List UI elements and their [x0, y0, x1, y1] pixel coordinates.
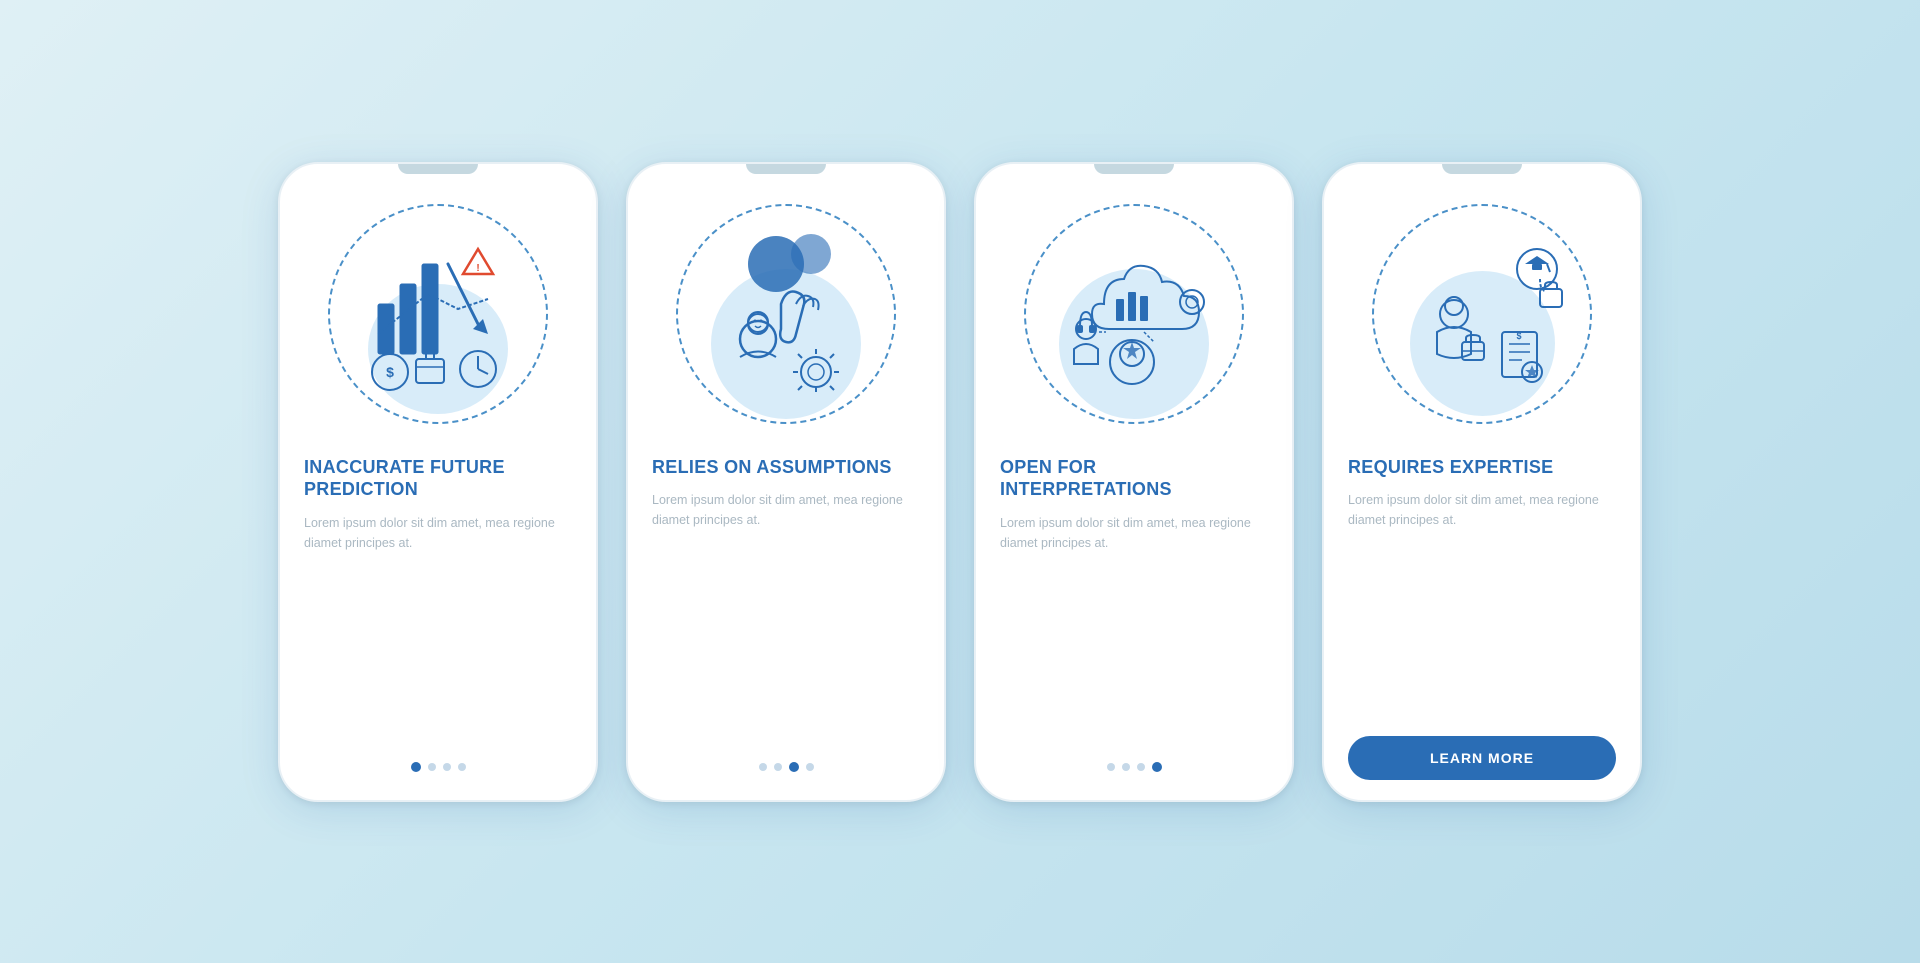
card-3-bottom — [1000, 752, 1268, 780]
phones-container: ! $ INACCURATE FUTURE PRE — [278, 162, 1642, 802]
illustration-area-2 — [656, 184, 916, 444]
dot-3-3 — [1137, 763, 1145, 771]
phone-card-4: $ REQUIRES EXPERTISE Lorem ipsum dolor s… — [1322, 162, 1642, 802]
dot-3-4 — [1152, 762, 1162, 772]
card-4-bottom: LEARN MORE — [1348, 726, 1616, 780]
dot-1-4 — [458, 763, 466, 771]
card-3-body: Lorem ipsum dolor sit dim amet, mea regi… — [1000, 513, 1268, 752]
card-1-title: INACCURATE FUTURE PREDICTION — [304, 456, 572, 501]
illustration-area-4: $ — [1352, 184, 1612, 444]
svg-text:!: ! — [476, 263, 479, 274]
phone-card-2: RELIES ON ASSUMPTIONS Lorem ipsum dolor … — [626, 162, 946, 802]
card-2-dots — [759, 752, 814, 780]
illustration-area-1: ! $ — [308, 184, 568, 444]
phone-notch-1 — [398, 164, 478, 174]
phone-content-2: RELIES ON ASSUMPTIONS Lorem ipsum dolor … — [628, 174, 944, 800]
dot-2-2 — [774, 763, 782, 771]
dot-2-1 — [759, 763, 767, 771]
phone-content-3: OPEN FOR INTERPRETATIONS Lorem ipsum dol… — [976, 174, 1292, 800]
svg-text:$: $ — [386, 364, 394, 380]
card-3-title: OPEN FOR INTERPRETATIONS — [1000, 456, 1268, 501]
svg-text:$: $ — [1516, 331, 1521, 341]
card-4-body: Lorem ipsum dolor sit dim amet, mea regi… — [1348, 490, 1616, 726]
learn-more-button[interactable]: LEARN MORE — [1348, 736, 1616, 780]
dot-1-1 — [411, 762, 421, 772]
phone-card-1: ! $ INACCURATE FUTURE PRE — [278, 162, 598, 802]
dot-1-3 — [443, 763, 451, 771]
dot-1-2 — [428, 763, 436, 771]
dot-2-4 — [806, 763, 814, 771]
card-1-dots — [411, 752, 466, 780]
phone-content-4: $ REQUIRES EXPERTISE Lorem ipsum dolor s… — [1324, 174, 1640, 800]
phone-notch-4 — [1442, 164, 1522, 174]
dot-3-2 — [1122, 763, 1130, 771]
illustration-svg-2 — [696, 224, 876, 404]
card-2-body: Lorem ipsum dolor sit dim amet, mea regi… — [652, 490, 920, 752]
dot-2-3 — [789, 762, 799, 772]
illustration-svg-3 — [1044, 224, 1224, 404]
card-2-bottom — [652, 752, 920, 780]
phone-content-1: ! $ INACCURATE FUTURE PRE — [280, 174, 596, 800]
phone-card-3: OPEN FOR INTERPRETATIONS Lorem ipsum dol… — [974, 162, 1294, 802]
card-4-title: REQUIRES EXPERTISE — [1348, 456, 1616, 479]
illustration-svg-4: $ — [1392, 224, 1572, 404]
card-1-bottom — [304, 752, 572, 780]
illustration-svg-1: ! $ — [348, 224, 528, 404]
illustration-area-3 — [1004, 184, 1264, 444]
phone-notch-2 — [746, 164, 826, 174]
phone-notch-3 — [1094, 164, 1174, 174]
card-1-body: Lorem ipsum dolor sit dim amet, mea regi… — [304, 513, 572, 752]
card-2-title: RELIES ON ASSUMPTIONS — [652, 456, 920, 479]
dot-3-1 — [1107, 763, 1115, 771]
card-3-dots — [1107, 752, 1162, 780]
